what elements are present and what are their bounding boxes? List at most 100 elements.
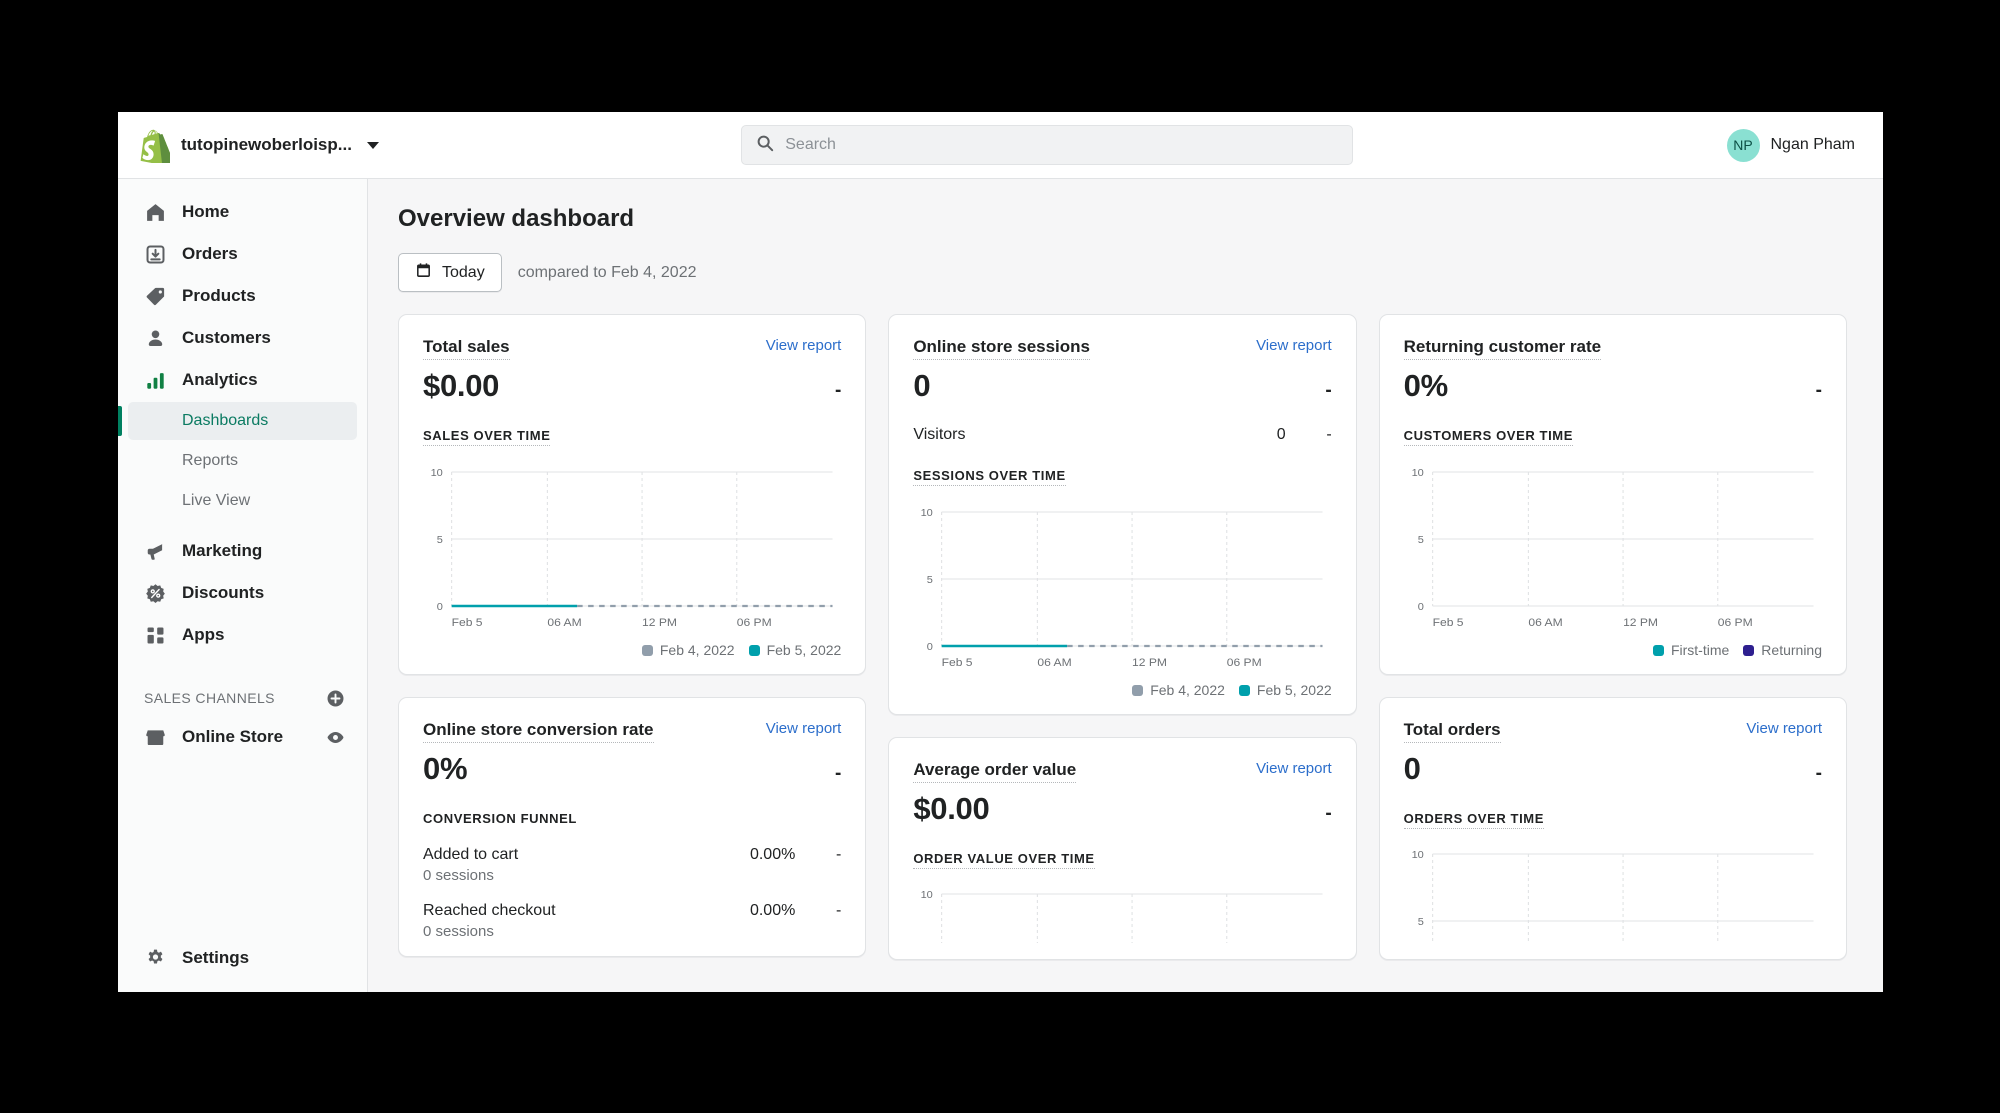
sidebar-item-label: Discounts [182, 583, 265, 602]
svg-text:10: 10 [1411, 849, 1423, 860]
card-online-store-sessions: Online store sessions View report 0 - Vi… [888, 314, 1357, 715]
legend-swatch [1743, 644, 1755, 656]
sales-channels-title: SALES CHANNELS [144, 690, 275, 706]
svg-text:0: 0 [437, 601, 443, 612]
card-title[interactable]: Online store conversion rate [423, 720, 654, 743]
sidebar-item-products[interactable]: Products [128, 276, 357, 316]
search-box[interactable] [741, 125, 1354, 165]
svg-text:06 AM: 06 AM [1528, 617, 1562, 628]
funnel-step-delta: - [836, 846, 842, 863]
chart-label[interactable]: SALES OVER TIME [423, 428, 551, 446]
svg-text:06 AM: 06 AM [547, 617, 581, 628]
sidebar-item-reports[interactable]: Reports [128, 442, 357, 480]
chart-sessions-over-time: 10 5 0 Feb 5 06 AM 12 PM 06 PM [913, 500, 1331, 670]
dashboard-column-1: Total sales View report $0.00 - SALES OV… [398, 314, 867, 957]
sidebar-item-home[interactable]: Home [128, 192, 357, 232]
svg-text:0: 0 [927, 641, 933, 652]
sidebar-item-live-view[interactable]: Live View [128, 482, 357, 520]
shopify-admin-window: tutopinewoberloisp... NP Ngan Pham [118, 112, 1883, 992]
view-report-link[interactable]: View report [1256, 760, 1332, 777]
svg-text:12 PM: 12 PM [642, 617, 677, 628]
sales-channels-header: SALES CHANNELS [118, 680, 367, 716]
view-report-link[interactable]: View report [1256, 337, 1332, 354]
megaphone-icon [144, 540, 167, 563]
svg-text:12 PM: 12 PM [1132, 657, 1167, 668]
chart-legend: Feb 4, 2022 Feb 5, 2022 [423, 642, 841, 658]
legend-label: Feb 4, 2022 [659, 642, 735, 658]
sidebar-item-analytics[interactable]: Analytics [128, 360, 357, 400]
chart-label[interactable]: CUSTOMERS OVER TIME [1403, 428, 1573, 446]
legend-item: First-time [1652, 642, 1729, 658]
store-selector[interactable]: tutopinewoberloisp... [118, 129, 379, 165]
view-report-link[interactable]: View report [766, 720, 842, 737]
svg-text:10: 10 [431, 467, 443, 478]
sidebar-item-customers[interactable]: Customers [128, 318, 357, 358]
card-title[interactable]: Online store sessions [913, 337, 1091, 360]
legend-swatch [641, 644, 653, 656]
card-title[interactable]: Average order value [913, 760, 1077, 783]
plus-circle-icon[interactable] [326, 689, 345, 708]
card-total-sales: Total sales View report $0.00 - SALES OV… [398, 314, 867, 675]
page-title: Overview dashboard [398, 205, 635, 232]
sub-metric-name: Visitors [913, 426, 966, 443]
date-range-button[interactable]: Today [398, 253, 502, 292]
card-title[interactable]: Total sales [423, 337, 510, 360]
search-input[interactable] [785, 136, 1339, 154]
sidebar-item-orders[interactable]: Orders [128, 234, 357, 274]
sidebar-item-label: Apps [182, 625, 225, 644]
svg-text:Feb 5: Feb 5 [942, 657, 973, 668]
card-title[interactable]: Returning customer rate [1403, 337, 1602, 360]
funnel-row: Reached checkout 0 sessions 0.00% - [423, 902, 841, 940]
sidebar-item-discounts[interactable]: Discounts [128, 573, 357, 613]
card-title[interactable]: Total orders [1403, 720, 1501, 743]
sidebar-item-apps[interactable]: Apps [128, 615, 357, 655]
legend-swatch [1132, 684, 1144, 696]
sidebar-item-marketing[interactable]: Marketing [128, 531, 357, 571]
funnel-step-sessions: 0 sessions [423, 923, 494, 940]
dashboard-grid: Total sales View report $0.00 - SALES OV… [398, 314, 1847, 960]
chart-label[interactable]: SESSIONS OVER TIME [913, 468, 1066, 486]
chart-label[interactable]: ORDER VALUE OVER TIME [913, 851, 1095, 869]
sidebar-item-online-store[interactable]: Online Store [128, 717, 357, 757]
compared-to-text: compared to Feb 4, 2022 [517, 263, 697, 281]
chart-label[interactable]: ORDERS OVER TIME [1403, 811, 1544, 829]
view-report-link[interactable]: View report [766, 337, 842, 354]
store-name: tutopinewoberloisp... [181, 135, 352, 154]
user-menu[interactable]: NP Ngan Pham [1726, 128, 1884, 162]
metric-value: 0 [1403, 751, 1421, 786]
search-area [368, 125, 1727, 165]
metric-delta: - [1325, 380, 1332, 401]
legend-item: Feb 5, 2022 [748, 642, 841, 658]
metric-delta: - [835, 763, 842, 784]
chart-legend: First-time Returning [1404, 642, 1822, 658]
metric-value: 0% [1403, 368, 1449, 403]
home-icon [144, 201, 167, 224]
sidebar-item-dashboards[interactable]: Dashboards [118, 402, 357, 440]
legend-item: Feb 4, 2022 [641, 642, 735, 658]
apps-grid-icon [144, 624, 167, 647]
chart-customers-over-time: 10 5 0 Feb 5 06 AM 12 PM 06 PM [1404, 460, 1822, 630]
sub-metric-value: 0 [1276, 426, 1286, 443]
legend-item: Feb 4, 2022 [1132, 682, 1225, 698]
gear-icon [144, 947, 167, 970]
card-average-order-value: Average order value View report $0.00 - … [888, 737, 1357, 960]
legend-swatch [1238, 684, 1250, 696]
funnel-step-percent: 0.00% [749, 902, 796, 919]
svg-text:06 PM: 06 PM [1717, 617, 1752, 628]
legend-item: Feb 5, 2022 [1238, 682, 1332, 698]
sidebar-item-label: Analytics [182, 370, 258, 389]
discount-percent-icon [144, 582, 167, 605]
legend-item: Returning [1743, 642, 1822, 658]
card-returning-customer-rate: Returning customer rate 0% - CUSTOMERS O… [1378, 314, 1847, 675]
svg-text:10: 10 [921, 507, 933, 518]
svg-text:06 PM: 06 PM [737, 617, 772, 628]
sidebar-item-label: Settings [182, 948, 250, 967]
view-report-link[interactable]: View report [1746, 720, 1822, 737]
sidebar-item-label: Orders [182, 244, 238, 263]
svg-text:Feb 5: Feb 5 [452, 617, 483, 628]
sidebar-item-settings[interactable]: Settings [128, 938, 357, 978]
chart-legend: Feb 4, 2022 Feb 5, 2022 [913, 682, 1332, 698]
svg-text:10: 10 [1411, 467, 1423, 478]
eye-icon[interactable] [326, 728, 345, 747]
